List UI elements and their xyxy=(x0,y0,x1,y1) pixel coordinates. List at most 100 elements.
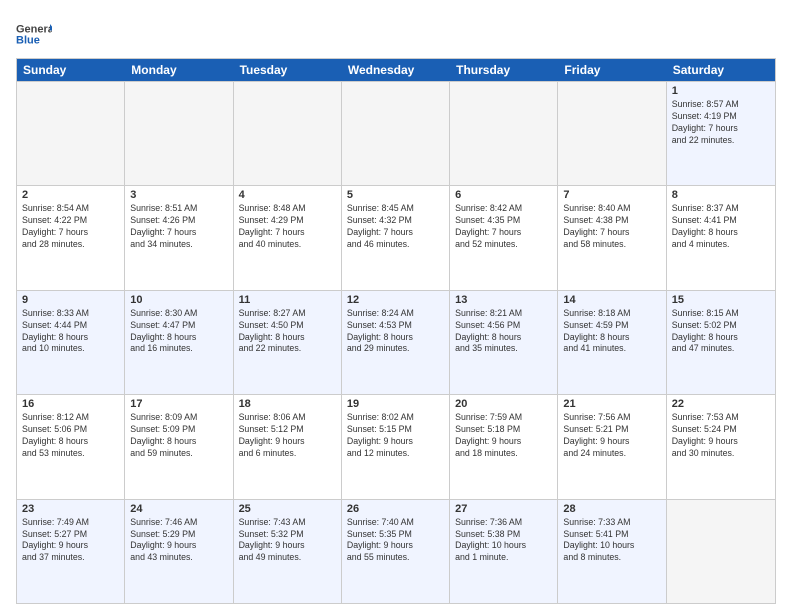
calendar-row-1: 2 Sunrise: 8:54 AM Sunset: 4:22 PM Daylig… xyxy=(17,185,775,289)
day-info-2: Sunrise: 8:54 AM Sunset: 4:22 PM Dayligh… xyxy=(22,203,119,251)
empty-cell-0-5 xyxy=(558,82,666,185)
header-day-thursday: Thursday xyxy=(450,59,558,81)
empty-cell-0-0 xyxy=(17,82,125,185)
day-cell-5: 5 Sunrise: 8:45 AM Sunset: 4:32 PM Daylig… xyxy=(342,186,450,289)
day-cell-10: 10Sunrise: 8:30 AM Sunset: 4:47 PM Dayli… xyxy=(125,291,233,394)
day-info-23: Sunrise: 7:49 AM Sunset: 5:27 PM Dayligh… xyxy=(22,517,119,565)
day-cell-6: 6 Sunrise: 8:42 AM Sunset: 4:35 PM Daylig… xyxy=(450,186,558,289)
day-info-15: Sunrise: 8:15 AM Sunset: 5:02 PM Dayligh… xyxy=(672,308,770,356)
header-day-tuesday: Tuesday xyxy=(234,59,342,81)
day-number-9: 9 xyxy=(22,294,119,306)
day-info-5: Sunrise: 8:45 AM Sunset: 4:32 PM Dayligh… xyxy=(347,203,444,251)
header-day-saturday: Saturday xyxy=(667,59,775,81)
day-number-8: 8 xyxy=(672,189,770,201)
header-day-wednesday: Wednesday xyxy=(342,59,450,81)
day-number-5: 5 xyxy=(347,189,444,201)
day-number-6: 6 xyxy=(455,189,552,201)
day-info-3: Sunrise: 8:51 AM Sunset: 4:26 PM Dayligh… xyxy=(130,203,227,251)
day-number-15: 15 xyxy=(672,294,770,306)
day-cell-14: 14 Sunrise: 8:18 AM Sunset: 4:59 PM Dayli… xyxy=(558,291,666,394)
day-info-10: Sunrise: 8:30 AM Sunset: 4:47 PM Dayligh… xyxy=(130,308,227,356)
day-cell-2: 2 Sunrise: 8:54 AM Sunset: 4:22 PM Daylig… xyxy=(17,186,125,289)
day-number-21: 21 xyxy=(563,398,660,410)
calendar-row-2: 9 Sunrise: 8:33 AM Sunset: 4:44 PM Daylig… xyxy=(17,290,775,394)
empty-cell-0-4 xyxy=(450,82,558,185)
day-cell-9: 9 Sunrise: 8:33 AM Sunset: 4:44 PM Daylig… xyxy=(17,291,125,394)
day-number-28: 28 xyxy=(563,503,660,515)
day-number-27: 27 xyxy=(455,503,552,515)
day-number-16: 16 xyxy=(22,398,119,410)
day-cell-26: 26Sunrise: 7:40 AM Sunset: 5:35 PM Dayli… xyxy=(342,500,450,603)
day-info-8: Sunrise: 8:37 AM Sunset: 4:41 PM Dayligh… xyxy=(672,203,770,251)
day-number-3: 3 xyxy=(130,189,227,201)
day-info-28: Sunrise: 7:33 AM Sunset: 5:41 PM Dayligh… xyxy=(563,517,660,565)
day-number-18: 18 xyxy=(239,398,336,410)
day-number-4: 4 xyxy=(239,189,336,201)
day-info-18: Sunrise: 8:06 AM Sunset: 5:12 PM Dayligh… xyxy=(239,412,336,460)
day-cell-27: 27 Sunrise: 7:36 AM Sunset: 5:38 PM Dayli… xyxy=(450,500,558,603)
day-cell-3: 3 Sunrise: 8:51 AM Sunset: 4:26 PM Daylig… xyxy=(125,186,233,289)
day-number-23: 23 xyxy=(22,503,119,515)
day-info-4: Sunrise: 8:48 AM Sunset: 4:29 PM Dayligh… xyxy=(239,203,336,251)
day-cell-17: 17 Sunrise: 8:09 AM Sunset: 5:09 PM Dayli… xyxy=(125,395,233,498)
logo-svg: General Blue xyxy=(16,16,52,52)
day-info-20: Sunrise: 7:59 AM Sunset: 5:18 PM Dayligh… xyxy=(455,412,552,460)
logo: General Blue xyxy=(16,16,52,52)
calendar-body: 1Sunrise: 8:57 AM Sunset: 4:19 PM Daylig… xyxy=(17,81,775,603)
svg-text:Blue: Blue xyxy=(16,35,40,47)
day-info-24: Sunrise: 7:46 AM Sunset: 5:29 PM Dayligh… xyxy=(130,517,227,565)
calendar-row-0: 1Sunrise: 8:57 AM Sunset: 4:19 PM Daylig… xyxy=(17,81,775,185)
day-info-17: Sunrise: 8:09 AM Sunset: 5:09 PM Dayligh… xyxy=(130,412,227,460)
day-number-24: 24 xyxy=(130,503,227,515)
empty-cell-0-2 xyxy=(234,82,342,185)
day-cell-24: 24 Sunrise: 7:46 AM Sunset: 5:29 PM Dayli… xyxy=(125,500,233,603)
day-info-25: Sunrise: 7:43 AM Sunset: 5:32 PM Dayligh… xyxy=(239,517,336,565)
day-info-11: Sunrise: 8:27 AM Sunset: 4:50 PM Dayligh… xyxy=(239,308,336,356)
day-info-19: Sunrise: 8:02 AM Sunset: 5:15 PM Dayligh… xyxy=(347,412,444,460)
day-cell-16: 16 Sunrise: 8:12 AM Sunset: 5:06 PM Dayli… xyxy=(17,395,125,498)
header-day-monday: Monday xyxy=(125,59,233,81)
day-number-22: 22 xyxy=(672,398,770,410)
day-cell-21: 21 Sunrise: 7:56 AM Sunset: 5:21 PM Dayli… xyxy=(558,395,666,498)
day-info-9: Sunrise: 8:33 AM Sunset: 4:44 PM Dayligh… xyxy=(22,308,119,356)
day-cell-23: 23 Sunrise: 7:49 AM Sunset: 5:27 PM Dayli… xyxy=(17,500,125,603)
empty-cell-0-1 xyxy=(125,82,233,185)
page: General Blue SundayMondayTuesdayWednesda… xyxy=(0,0,792,612)
day-cell-22: 22Sunrise: 7:53 AM Sunset: 5:24 PM Dayli… xyxy=(667,395,775,498)
day-info-1: Sunrise: 8:57 AM Sunset: 4:19 PM Dayligh… xyxy=(672,99,770,147)
day-cell-12: 12 Sunrise: 8:24 AM Sunset: 4:53 PM Dayli… xyxy=(342,291,450,394)
day-number-12: 12 xyxy=(347,294,444,306)
day-info-6: Sunrise: 8:42 AM Sunset: 4:35 PM Dayligh… xyxy=(455,203,552,251)
header: General Blue xyxy=(16,16,776,52)
day-info-7: Sunrise: 8:40 AM Sunset: 4:38 PM Dayligh… xyxy=(563,203,660,251)
day-cell-11: 11 Sunrise: 8:27 AM Sunset: 4:50 PM Dayli… xyxy=(234,291,342,394)
day-number-2: 2 xyxy=(22,189,119,201)
day-cell-20: 20Sunrise: 7:59 AM Sunset: 5:18 PM Dayli… xyxy=(450,395,558,498)
day-number-17: 17 xyxy=(130,398,227,410)
calendar: SundayMondayTuesdayWednesdayThursdayFrid… xyxy=(16,58,776,604)
day-cell-8: 8 Sunrise: 8:37 AM Sunset: 4:41 PM Daylig… xyxy=(667,186,775,289)
header-day-friday: Friday xyxy=(558,59,666,81)
day-info-21: Sunrise: 7:56 AM Sunset: 5:21 PM Dayligh… xyxy=(563,412,660,460)
day-number-19: 19 xyxy=(347,398,444,410)
day-cell-1: 1Sunrise: 8:57 AM Sunset: 4:19 PM Daylig… xyxy=(667,82,775,185)
day-cell-15: 15 Sunrise: 8:15 AM Sunset: 5:02 PM Dayli… xyxy=(667,291,775,394)
day-number-7: 7 xyxy=(563,189,660,201)
empty-cell-4-6 xyxy=(667,500,775,603)
day-cell-19: 19 Sunrise: 8:02 AM Sunset: 5:15 PM Dayli… xyxy=(342,395,450,498)
calendar-header: SundayMondayTuesdayWednesdayThursdayFrid… xyxy=(17,59,775,81)
header-day-sunday: Sunday xyxy=(17,59,125,81)
day-cell-25: 25Sunrise: 7:43 AM Sunset: 5:32 PM Dayli… xyxy=(234,500,342,603)
day-info-12: Sunrise: 8:24 AM Sunset: 4:53 PM Dayligh… xyxy=(347,308,444,356)
day-info-16: Sunrise: 8:12 AM Sunset: 5:06 PM Dayligh… xyxy=(22,412,119,460)
svg-text:General: General xyxy=(16,24,52,36)
day-number-14: 14 xyxy=(563,294,660,306)
calendar-row-3: 16 Sunrise: 8:12 AM Sunset: 5:06 PM Dayli… xyxy=(17,394,775,498)
day-cell-4: 4 Sunrise: 8:48 AM Sunset: 4:29 PM Daylig… xyxy=(234,186,342,289)
day-number-11: 11 xyxy=(239,294,336,306)
day-cell-7: 7 Sunrise: 8:40 AM Sunset: 4:38 PM Daylig… xyxy=(558,186,666,289)
day-info-26: Sunrise: 7:40 AM Sunset: 5:35 PM Dayligh… xyxy=(347,517,444,565)
day-info-27: Sunrise: 7:36 AM Sunset: 5:38 PM Dayligh… xyxy=(455,517,552,565)
day-info-13: Sunrise: 8:21 AM Sunset: 4:56 PM Dayligh… xyxy=(455,308,552,356)
day-info-14: Sunrise: 8:18 AM Sunset: 4:59 PM Dayligh… xyxy=(563,308,660,356)
